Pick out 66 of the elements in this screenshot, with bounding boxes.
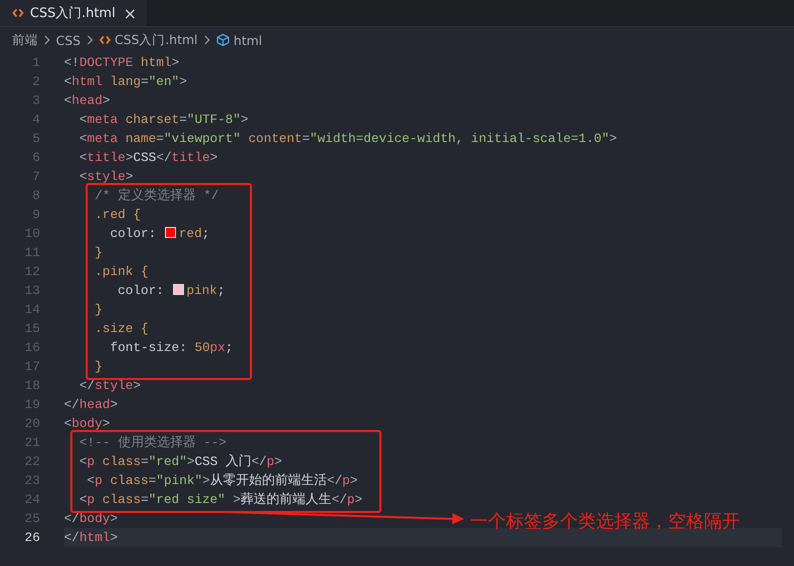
tab-label: CSS入门.html [30, 5, 116, 22]
line-number: 18 [24, 377, 40, 395]
line-number: 17 [24, 358, 40, 376]
line-number: 23 [24, 472, 40, 490]
code-line: <p class="red">CSS 入门</p> [78, 453, 282, 471]
line-number: 4 [31, 111, 40, 129]
line-number: 25 [24, 510, 40, 528]
code-line: } [94, 358, 102, 376]
code-line: </html> [64, 529, 118, 547]
line-number: 1 [31, 54, 40, 72]
line-number: 21 [24, 434, 40, 452]
breadcrumb-item[interactable]: html [216, 32, 262, 48]
code-icon [98, 34, 111, 46]
line-number: 12 [24, 263, 40, 281]
code-line: } [94, 301, 102, 319]
code-line: font-size: 50px; [109, 339, 233, 357]
line-number: 5 [31, 130, 40, 148]
code-line: color: pink; [116, 282, 225, 300]
line-number: 3 [31, 92, 40, 110]
cube-icon [216, 33, 230, 47]
code-line: <meta name="viewport" content="width=device-width, initial-scale=1.0"> [78, 130, 617, 148]
editor-tab[interactable]: CSS入门.html × [0, 0, 148, 26]
code-line: <head> [64, 92, 110, 110]
line-number: 2 [31, 73, 40, 91]
code-line: </style> [78, 377, 141, 395]
code-line: </head> [64, 396, 118, 414]
code-line: /* 定义类选择器 */ [94, 187, 219, 205]
breadcrumb-item[interactable]: CSS入门.html [98, 32, 198, 48]
code-line: .pink { [94, 263, 148, 281]
code-line: <title>CSS</title> [78, 149, 218, 167]
code-line: <!DOCTYPE html> [64, 54, 180, 72]
code-line: <p class="red size" >葬送的前端人生</p> [78, 491, 362, 509]
code-line: <p class="pink">从零开始的前端生活</p> [86, 472, 358, 490]
code-line: <body> [64, 415, 110, 433]
line-number: 10 [24, 225, 40, 243]
line-number: 26 [24, 529, 40, 547]
chevron-icon [43, 35, 51, 45]
code-icon [12, 7, 24, 19]
annotation-note: 一个标签多个类选择器，空格隔开 [470, 510, 740, 533]
line-number: 15 [24, 320, 40, 338]
line-number: 6 [31, 149, 40, 167]
line-number: 16 [24, 339, 40, 357]
line-number: 13 [24, 282, 40, 300]
line-number: 14 [24, 301, 40, 319]
line-number: 9 [31, 206, 40, 224]
line-number: 24 [24, 491, 40, 509]
line-number: 19 [24, 396, 40, 414]
line-number: 20 [24, 415, 40, 433]
code-line: <meta charset="UTF-8"> [78, 111, 248, 129]
chevron-icon [202, 35, 211, 45]
code-line: </body> [64, 510, 118, 528]
line-number: 7 [31, 168, 40, 186]
code-line: } [94, 244, 102, 262]
code-line: <html lang="en"> [64, 73, 187, 91]
line-number: 22 [24, 453, 40, 471]
breadcrumb-item[interactable]: CSS [56, 32, 81, 48]
chevron-icon [86, 35, 94, 45]
breadcrumb-item[interactable]: 前端 [12, 32, 38, 48]
code-line: <!-- 使用类选择器 --> [78, 434, 226, 452]
code-line: <style> [78, 168, 134, 186]
line-number: 8 [31, 187, 40, 205]
code-line: .size { [94, 320, 148, 338]
code-line: color: red; [109, 225, 210, 243]
close-button[interactable]: × [121, 4, 139, 22]
line-number: 11 [24, 244, 40, 262]
code-line: .red { [94, 206, 141, 224]
